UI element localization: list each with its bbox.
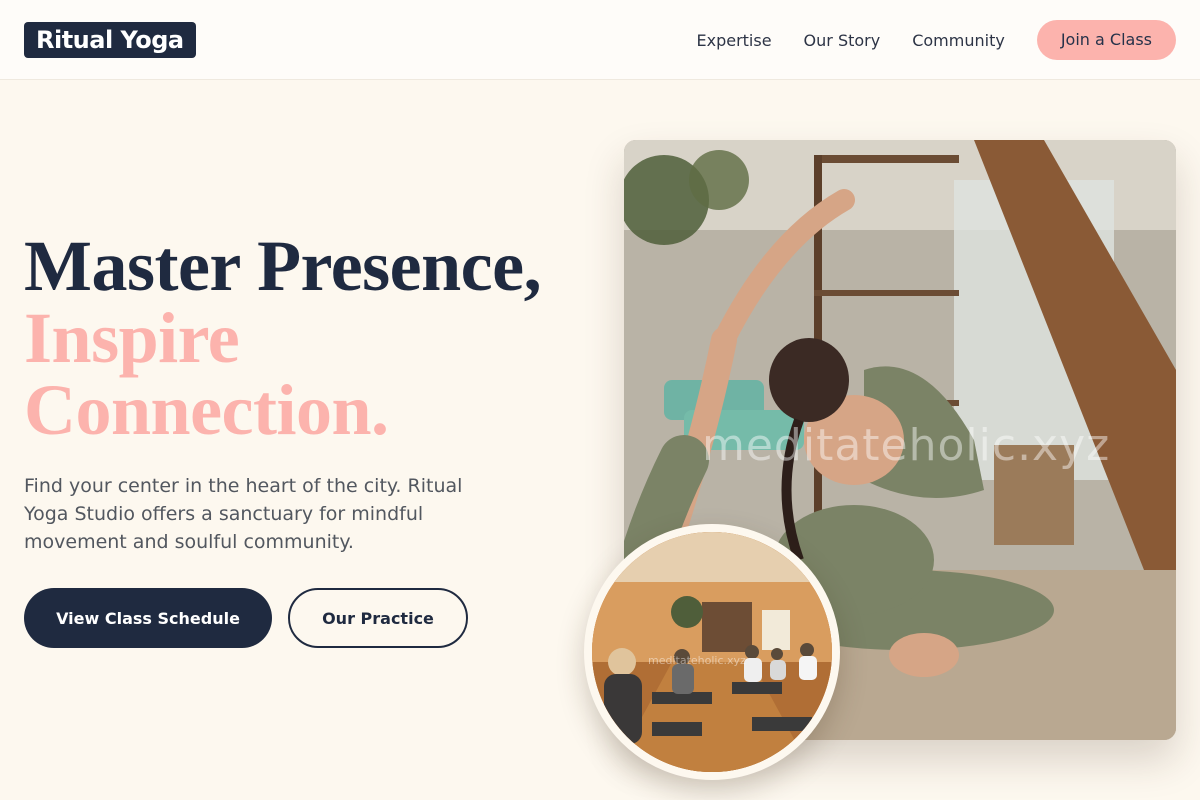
main-nav: Expertise Our Story Community Join a Cla… [696, 20, 1176, 60]
our-practice-button[interactable]: Our Practice [288, 588, 468, 648]
studio-class-illustration [592, 532, 832, 772]
main-photo-watermark: meditateholic.xyz [702, 420, 1111, 471]
headline-line-3: Connection. [24, 370, 389, 450]
nav-link-expertise[interactable]: Expertise [696, 31, 771, 50]
join-class-button[interactable]: Join a Class [1036, 20, 1176, 60]
nav-link-community[interactable]: Community [912, 31, 1005, 50]
nav-link-our-story[interactable]: Our Story [804, 31, 881, 50]
headline-line-2: Inspire [24, 298, 240, 378]
studio-class-photo: meditateholic.xyz [584, 524, 840, 780]
headline-line-1: Master Presence, [24, 226, 542, 306]
hero-headline: Master Presence, Inspire Connection. [24, 230, 584, 446]
circle-photo-watermark: meditateholic.xyz [648, 654, 746, 667]
view-schedule-button[interactable]: View Class Schedule [24, 588, 272, 648]
hero-subtext: Find your center in the heart of the cit… [24, 475, 463, 553]
site-header: Ritual Yoga Expertise Our Story Communit… [0, 0, 1200, 80]
logo[interactable]: Ritual Yoga [24, 22, 196, 58]
